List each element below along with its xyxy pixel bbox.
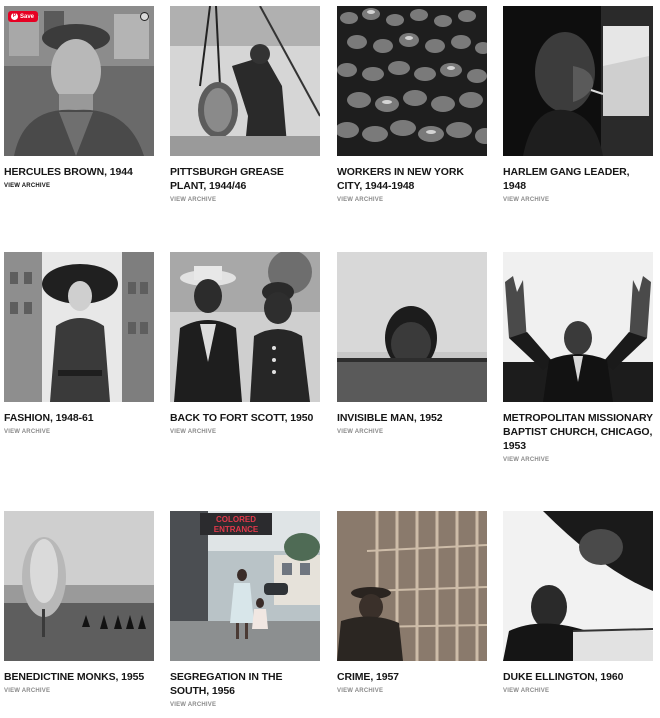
photo-image [503, 511, 653, 661]
gallery-row: P Save HERCULES BROWN, 1944 VIEW ARCHIVE [4, 6, 656, 236]
gallery-card: CRIME, 1957 VIEW ARCHIVE [337, 511, 487, 694]
save-label: Save [20, 13, 35, 20]
neon-sign-entrance: ENTRANCE [214, 525, 259, 534]
photo-title[interactable]: FASHION, 1948-61 [4, 411, 154, 425]
photo-invisible-man[interactable] [337, 252, 487, 402]
photo-harlem-gang-leader[interactable] [503, 6, 653, 156]
pinterest-save-button[interactable]: P Save [8, 11, 39, 22]
photo-title[interactable]: BENEDICTINE MONKS, 1955 [4, 670, 154, 684]
photo-image [337, 511, 487, 661]
view-archive-link[interactable]: VIEW ARCHIVE [4, 429, 154, 435]
photo-image [170, 6, 320, 156]
view-archive-link[interactable]: VIEW ARCHIVE [503, 197, 653, 203]
photo-image [503, 252, 653, 402]
view-archive-link[interactable]: VIEW ARCHIVE [170, 197, 320, 203]
gallery-card: P Save HERCULES BROWN, 1944 VIEW ARCHIVE [4, 6, 154, 189]
photo-title[interactable]: HERCULES BROWN, 1944 [4, 165, 154, 179]
gallery-card: HARLEM GANG LEADER, 1948 VIEW ARCHIVE [503, 6, 653, 203]
view-archive-link[interactable]: VIEW ARCHIVE [337, 429, 487, 435]
photo-back-to-fort-scott[interactable] [170, 252, 320, 402]
photo-benedictine-monks[interactable] [4, 511, 154, 661]
photo-image [337, 6, 487, 156]
gallery-row: FASHION, 1948-61 VIEW ARCHIVE BACK TO FO… [4, 252, 656, 482]
gallery-card: FASHION, 1948-61 VIEW ARCHIVE [4, 252, 154, 435]
view-archive-link[interactable]: VIEW ARCHIVE [170, 429, 320, 435]
photo-hercules-brown[interactable]: P Save [4, 6, 154, 156]
photo-image [4, 511, 154, 661]
photo-title[interactable]: METROPOLITAN MISSIONARY BAPTIST CHURCH, … [503, 411, 653, 453]
view-archive-link[interactable]: VIEW ARCHIVE [503, 688, 653, 694]
gallery-card: WORKERS IN NEW YORK CITY, 1944-1948 VIEW… [337, 6, 487, 203]
photo-image [170, 252, 320, 402]
gallery-card: COLORED ENTRANCE SEGREGATION IN THE SOUT… [170, 511, 320, 708]
photo-segregation-in-the-south[interactable]: COLORED ENTRANCE [170, 511, 320, 661]
photo-crime[interactable] [337, 511, 487, 661]
photo-image [503, 6, 653, 156]
gallery-card: BENEDICTINE MONKS, 1955 VIEW ARCHIVE [4, 511, 154, 694]
photo-image [4, 252, 154, 402]
photo-title[interactable]: SEGREGATION IN THE SOUTH, 1956 [170, 670, 320, 698]
photo-title[interactable]: DUKE ELLINGTON, 1960 [503, 670, 653, 684]
gallery-card: DUKE ELLINGTON, 1960 VIEW ARCHIVE [503, 511, 653, 694]
photo-title[interactable]: BACK TO FORT SCOTT, 1950 [170, 411, 320, 425]
photo-title[interactable]: HARLEM GANG LEADER, 1948 [503, 165, 653, 193]
visual-search-icon[interactable] [140, 12, 149, 21]
view-archive-link[interactable]: VIEW ARCHIVE [4, 183, 154, 189]
gallery-card: PITTSBURGH GREASE PLANT, 1944/46 VIEW AR… [170, 6, 320, 203]
gallery-row: BENEDICTINE MONKS, 1955 VIEW ARCHIVE COL… [4, 511, 656, 718]
photo-metropolitan-missionary-baptist-church[interactable] [503, 252, 653, 402]
photo-image [337, 252, 487, 402]
view-archive-link[interactable]: VIEW ARCHIVE [170, 702, 320, 708]
photo-pittsburgh-grease-plant[interactable] [170, 6, 320, 156]
photo-duke-ellington[interactable] [503, 511, 653, 661]
gallery-card: METROPOLITAN MISSIONARY BAPTIST CHURCH, … [503, 252, 653, 463]
neon-sign-colored: COLORED [216, 515, 256, 524]
photo-title[interactable]: WORKERS IN NEW YORK CITY, 1944-1948 [337, 165, 487, 193]
photo-title[interactable]: INVISIBLE MAN, 1952 [337, 411, 487, 425]
photo-title[interactable]: PITTSBURGH GREASE PLANT, 1944/46 [170, 165, 320, 193]
photo-image [4, 6, 154, 156]
gallery-card: INVISIBLE MAN, 1952 VIEW ARCHIVE [337, 252, 487, 435]
view-archive-link[interactable]: VIEW ARCHIVE [4, 688, 154, 694]
pinterest-icon: P [11, 13, 18, 20]
view-archive-link[interactable]: VIEW ARCHIVE [337, 197, 487, 203]
photo-fashion[interactable] [4, 252, 154, 402]
view-archive-link[interactable]: VIEW ARCHIVE [503, 457, 653, 463]
view-archive-link[interactable]: VIEW ARCHIVE [337, 688, 487, 694]
photo-image: COLORED ENTRANCE [170, 511, 320, 661]
photo-title[interactable]: CRIME, 1957 [337, 670, 487, 684]
photo-workers-nyc[interactable] [337, 6, 487, 156]
gallery-card: BACK TO FORT SCOTT, 1950 VIEW ARCHIVE [170, 252, 320, 435]
